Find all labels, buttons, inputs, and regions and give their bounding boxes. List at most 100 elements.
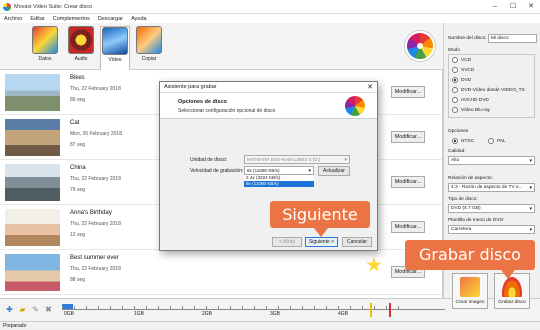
mode-svcd-radio[interactable]: SVCD (452, 67, 474, 73)
mode-video-ts-label: DVD-Vídeo desde VIDEO_TS (461, 87, 525, 93)
drive-label: Unidad de disco: (190, 157, 228, 163)
ruler-tick (266, 306, 267, 310)
video-thumbnail (5, 254, 60, 291)
radio-icon (452, 87, 458, 93)
ruler-label: 0GB (64, 311, 75, 317)
modify-button[interactable]: Modificar... (391, 176, 425, 188)
ruler-tick (374, 306, 375, 310)
ruler-tick (134, 306, 135, 310)
tab-copiar[interactable]: Copiar (134, 26, 164, 66)
ruler-tick (170, 306, 171, 310)
video-name: Best summer ever (70, 255, 119, 261)
video-thumbnail (5, 209, 60, 246)
ruler-tick (158, 306, 159, 310)
radio-icon (452, 67, 458, 73)
options-label: Opciones (448, 129, 469, 134)
menu-ayuda[interactable]: Ayuda (131, 16, 147, 22)
movavi-logo-icon (345, 96, 365, 116)
ruler-tick (290, 306, 291, 310)
mode-avchd-label: AVCHD DVD (461, 97, 489, 103)
ruler-tick (350, 306, 351, 310)
ruler-tick (146, 306, 147, 310)
modify-button[interactable]: Modificar... (391, 131, 425, 143)
disc-image-icon (460, 277, 480, 297)
ntsc-radio[interactable]: NTSC (452, 138, 474, 144)
mode-vcd-radio[interactable]: VCD (452, 57, 471, 63)
video-date: Thu, 22 February 2018 (70, 86, 121, 92)
speed-select[interactable]: 8x (11080 KB/s) (244, 166, 314, 175)
disc-type-label: Tipo de disco: (448, 197, 478, 202)
ruler-tick (218, 306, 219, 310)
radio-selected-icon (452, 77, 458, 83)
minimize-icon[interactable]: – (486, 0, 504, 14)
radio-selected-icon (452, 138, 458, 144)
ruler-label: 2GB (202, 311, 213, 317)
menu-bar: Archivo Editar Complementos Descargar Ay… (0, 14, 540, 23)
video-date: Thu, 22 February 2018 (70, 221, 121, 227)
radio-icon (488, 138, 494, 144)
back-button[interactable]: < Atrás (272, 237, 302, 247)
speed-option-selected[interactable]: 8x (11080 KB/s) (244, 181, 314, 187)
dialog-header: Opciones de disco Seleccionar configurac… (160, 93, 377, 119)
max-limit-marker (389, 303, 391, 317)
menu-template-select[interactable]: Carretera (448, 225, 535, 234)
radio-icon (452, 97, 458, 103)
modify-button[interactable]: Modificar... (391, 86, 425, 98)
drive-select[interactable]: MATSHITA DVD-RAM UJ8E2 S (D:) (244, 155, 350, 164)
video-name: Bikes (70, 75, 85, 81)
tab-datos[interactable]: Datos (30, 26, 60, 66)
ruler-tick (122, 306, 123, 310)
create-image-button[interactable]: Crear imagen (452, 273, 488, 309)
maximize-icon[interactable]: ☐ (504, 0, 522, 14)
ruler-tick (86, 306, 87, 310)
tab-video-label: Vídeo (108, 57, 122, 63)
add-folder-icon[interactable]: ▰ (18, 305, 27, 314)
ruler-label: 4GB (338, 311, 349, 317)
quality-label: Calidad: (448, 149, 466, 154)
delete-icon[interactable]: ✖ (44, 305, 53, 314)
quality-select[interactable]: Alto (448, 156, 535, 165)
tab-video[interactable]: Vídeo (100, 26, 130, 70)
mode-video-ts-radio[interactable]: DVD-Vídeo desde VIDEO_TS (452, 87, 525, 93)
ruler-tick (326, 306, 327, 310)
edit-icon[interactable]: ✎ (31, 305, 40, 314)
mode-svcd-label: SVCD (461, 67, 475, 73)
data-disc-icon (32, 26, 58, 54)
disc-name-input[interactable]: Mi disco (488, 34, 537, 43)
pal-radio[interactable]: PAL (488, 138, 506, 144)
menu-archivo[interactable]: Archivo (4, 16, 22, 22)
menu-template-label: Plantilla de menú de DVD: (448, 218, 505, 223)
video-duration: 88 seg (70, 277, 86, 283)
ruler-tick (62, 306, 63, 310)
ruler-tick (398, 306, 399, 310)
dialog-close-icon[interactable]: ✕ (367, 82, 373, 93)
menu-editar[interactable]: Editar (30, 16, 44, 22)
mode-bluray-radio[interactable]: Vídeo Blu-ray (452, 107, 490, 113)
copy-disc-icon (136, 26, 162, 54)
radio-icon (452, 107, 458, 113)
disc-type-select[interactable]: DVD (4.7 GB) (448, 204, 535, 213)
dialog-title: Asistente para grabar (164, 84, 217, 90)
ruler-label: 3GB (270, 311, 281, 317)
video-duration: 79 seg (70, 187, 86, 193)
menu-complementos[interactable]: Complementos (53, 16, 90, 22)
close-icon[interactable]: ✕ (522, 0, 540, 14)
list-item[interactable]: Best summer ever Thu, 22 February 2018 8… (0, 250, 442, 295)
modify-button[interactable]: Modificar... (391, 221, 425, 233)
aspect-select[interactable]: 4:3 - Razón de aspecto de TV e... (448, 183, 535, 192)
title-bar: Movavi Video Suite: Crear disco – ☐ ✕ (0, 0, 540, 14)
add-icon[interactable]: ✚ (5, 305, 14, 314)
ruler-tick (230, 306, 231, 310)
next-callout: Siguiente (270, 201, 370, 237)
mode-dvd-radio[interactable]: DVD (452, 77, 471, 83)
cancel-button[interactable]: Cancelar (342, 237, 372, 247)
video-date: Thu, 22 February 2018 (70, 176, 121, 182)
refresh-button[interactable]: Actualizar (318, 166, 350, 176)
tab-audio[interactable]: Audio (66, 26, 96, 66)
menu-descargar[interactable]: Descargar (98, 16, 123, 22)
status-bar: Preparado (0, 321, 540, 330)
tab-copiar-label: Copiar (141, 56, 157, 62)
mode-avchd-radio[interactable]: AVCHD DVD (452, 97, 489, 103)
create-image-label: Crear imagen (455, 300, 485, 305)
next-button[interactable]: Siguiente > (305, 237, 338, 247)
